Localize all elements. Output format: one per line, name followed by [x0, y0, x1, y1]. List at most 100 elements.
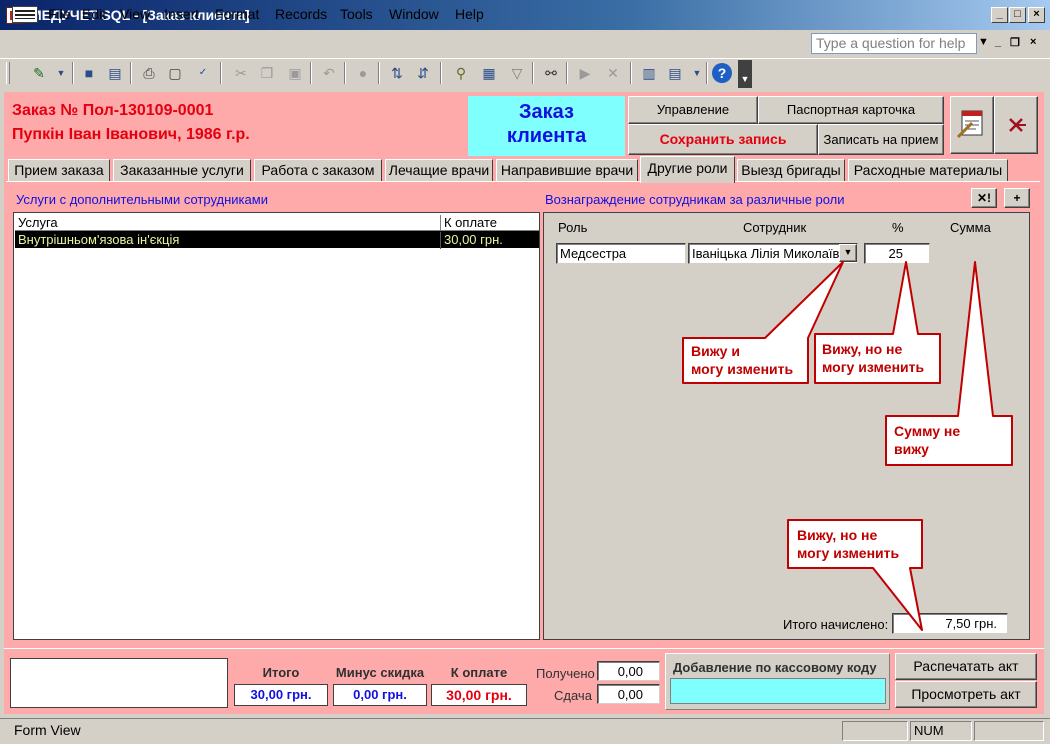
tab-referring-doctors[interactable]: Направившие врачи [496, 159, 638, 181]
total-accrued-field: 7,50 грн. [892, 613, 1008, 634]
menu-window[interactable]: Window [389, 6, 439, 22]
new-object-icon[interactable]: ▤ [664, 62, 686, 84]
toolbar-separator [344, 62, 346, 84]
cash-code-input[interactable] [670, 678, 886, 704]
filter-form-icon[interactable]: ▦ [478, 62, 500, 84]
sort-descending-icon[interactable]: ⇵ [412, 62, 434, 84]
tab-consumables[interactable]: Расходные материалы [848, 159, 1008, 181]
menu-tools[interactable]: Tools [340, 6, 373, 22]
manage-button[interactable]: Управление [628, 96, 758, 124]
toolbar-separator [310, 62, 312, 84]
save-icon[interactable]: ■ [78, 62, 100, 84]
chevron-down-icon[interactable]: ▼ [50, 62, 72, 84]
menu-help[interactable]: Help [455, 6, 484, 22]
menu-insert[interactable]: Insert [164, 6, 199, 22]
minimize-button[interactable]: _ [991, 7, 1008, 23]
sort-ascending-icon[interactable]: ⇅ [386, 62, 408, 84]
document-icon[interactable] [12, 6, 38, 23]
new-record-icon[interactable]: ▶ [574, 62, 596, 84]
close-button[interactable]: × [1028, 7, 1045, 23]
menu-view[interactable]: View [120, 6, 150, 22]
toolbar-options-icon[interactable]: ▼ [738, 60, 752, 88]
status-panel-empty [974, 721, 1044, 741]
help-icon[interactable]: ? [712, 63, 732, 83]
menu-edit[interactable]: Edit [82, 6, 106, 22]
paste-icon[interactable]: ▣ [284, 62, 306, 84]
ask-question-input[interactable]: Type a question for help [811, 33, 977, 54]
role-field[interactable]: Медсестра [556, 243, 686, 264]
status-view-mode: Form View [14, 722, 81, 738]
exit-button[interactable] [994, 96, 1038, 154]
chevron-down-icon[interactable]: ▼ [839, 244, 857, 262]
chevron-down-icon[interactable]: ▼ [978, 36, 989, 48]
services-list[interactable] [13, 212, 540, 640]
toolbar-separator [532, 62, 534, 84]
make-appointment-button[interactable]: Записать на прием [818, 124, 944, 155]
design-view-icon[interactable]: ✎ [28, 62, 50, 84]
status-panel-empty [842, 721, 908, 741]
find-icon[interactable]: ⚯ [540, 62, 562, 84]
delete-role-button[interactable]: ✕! [971, 188, 997, 208]
notes-box[interactable] [10, 658, 228, 708]
database-window-icon[interactable]: ▥ [638, 62, 660, 84]
callout-line: Вижу, но не [822, 341, 903, 357]
column-label-percent: % [892, 220, 904, 235]
tab-order-intake[interactable]: Прием заказа [8, 159, 110, 181]
tab-other-roles[interactable]: Другие роли [640, 156, 735, 183]
toolbar-separator [130, 62, 132, 84]
employee-combo[interactable]: Іваніцька Лілія Миколаїв [688, 243, 858, 264]
delete-record-icon[interactable]: ✕ [602, 62, 624, 84]
maximize-button[interactable]: □ [1009, 7, 1026, 23]
chevron-down-icon[interactable]: ▼ [686, 62, 708, 84]
menu-format[interactable]: Format [215, 6, 259, 22]
callout-cannot-edit-percent-text: Вижу, но не могу изменить [822, 340, 924, 376]
tab-attending-doctors[interactable]: Лечащие врачи [385, 159, 493, 181]
percent-field: 25 [864, 243, 930, 264]
status-num: NUM [910, 721, 972, 741]
received-field[interactable]: 0,00 [597, 661, 660, 681]
doc-close-icon[interactable]: × [1030, 36, 1036, 48]
total-value: 30,00 грн. [234, 684, 328, 706]
callout-line: вижу [894, 441, 929, 457]
view-act-button[interactable]: Просмотреть акт [895, 681, 1037, 708]
file-search-icon[interactable]: ▤ [104, 62, 126, 84]
print-act-button[interactable]: Распечатать акт [895, 653, 1037, 680]
tab-ordered-services[interactable]: Заказанные услуги [113, 159, 251, 181]
column-header-service[interactable]: Услуга [18, 215, 58, 230]
filter-icon[interactable]: ▽ [506, 62, 528, 84]
toolbar-separator [378, 62, 380, 84]
rewards-section-label: Вознаграждение сотрудникам за различные … [545, 192, 845, 207]
add-role-button[interactable]: + [1004, 188, 1030, 208]
toolbar-separator [630, 62, 632, 84]
tab-order-work[interactable]: Работа с заказом [254, 159, 382, 181]
callout-line: Вижу и [691, 343, 740, 359]
discount-value: 0,00 грн. [333, 684, 427, 706]
print-icon[interactable]: ⎙ [138, 62, 160, 84]
toolbar-separator [566, 62, 568, 84]
total-accrued-label: Итого начислено: [783, 617, 889, 632]
menu-file[interactable]: File [48, 6, 71, 22]
report-edit-button[interactable] [950, 96, 994, 154]
order-number: Заказ № Пол-130109-0001 [12, 102, 214, 119]
toolbar-grip[interactable] [6, 62, 10, 84]
patient-name: Пупкін Іван Іванович, 1986 г.р. [12, 126, 250, 143]
print-preview-icon[interactable]: ▢ [164, 62, 186, 84]
save-record-button[interactable]: Сохранить запись [628, 124, 818, 155]
filter-selection-icon[interactable]: ⚲ [450, 62, 472, 84]
toolbar-separator [72, 62, 74, 84]
cut-icon[interactable]: ✂ [230, 62, 252, 84]
column-header-amount[interactable]: К оплате [440, 215, 497, 232]
hyperlink-icon[interactable]: ● [352, 62, 374, 84]
tab-team-visit[interactable]: Выезд бригады [737, 159, 845, 181]
doc-restore-icon[interactable]: ❐ [1010, 36, 1020, 49]
table-row[interactable]: Внутрішньом'язова ін'єкція 30,00 грн. [15, 231, 539, 249]
doc-minimize-icon[interactable]: _ [995, 36, 1001, 48]
menu-records[interactable]: Records [275, 6, 327, 22]
undo-icon[interactable]: ↶ [318, 62, 340, 84]
spelling-icon[interactable]: ✓ [192, 62, 214, 84]
received-label: Получено [536, 666, 595, 681]
form-title: Заказ клиента [468, 96, 625, 156]
callout-line: могу изменить [691, 361, 794, 377]
passport-card-button[interactable]: Паспортная карточка [758, 96, 944, 124]
copy-icon[interactable]: ❐ [256, 62, 278, 84]
